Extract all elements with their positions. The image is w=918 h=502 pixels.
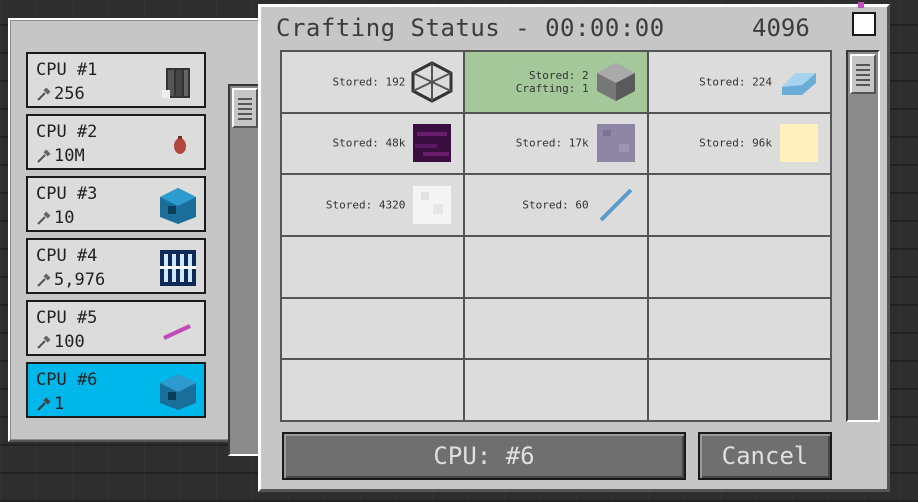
item-text: Stored: 4320 (325, 198, 406, 212)
stone-block-icon (596, 62, 635, 101)
cpu-count: 1 (54, 394, 65, 414)
hammer-icon (37, 149, 51, 163)
cpu-list-scrollbar[interactable] (228, 84, 262, 456)
item-text: Stored: 48k (332, 136, 406, 150)
cpu-item-5[interactable]: CPU #5 100 (26, 300, 206, 356)
empty-cell (648, 360, 830, 420)
cpu-name: CPU #2 (36, 122, 98, 142)
empty-cell (648, 175, 830, 235)
item-grid-scrollbar[interactable] (846, 50, 880, 422)
blue-crafting-unit-icon (160, 188, 196, 224)
indicator-dot (858, 2, 864, 8)
hammer-icon (37, 211, 51, 225)
empty-cell (648, 298, 830, 359)
cpu-name: CPU #3 (36, 184, 98, 204)
frame-block-icon (411, 61, 453, 103)
hammer-icon (37, 87, 51, 101)
cpu-count: 5,976 (54, 270, 106, 290)
item-text: Stored: 224 (699, 75, 772, 89)
item-cell[interactable]: Stored: 48k (282, 113, 464, 174)
scroll-thumb[interactable] (232, 88, 258, 128)
white-quartz-icon (413, 186, 452, 225)
item-text: Stored: 2 Crafting: 1 (515, 68, 589, 95)
purple-block-icon (413, 124, 452, 163)
item-cell[interactable]: Stored: 60 (465, 175, 647, 235)
empty-cell (282, 298, 464, 359)
cpu-select-button[interactable]: CPU: #6 (282, 432, 686, 480)
empty-cell (465, 298, 647, 359)
empty-cell (648, 237, 830, 297)
cpu-item-4[interactable]: CPU #4 5,976 (26, 238, 206, 294)
cpu-count: 10M (54, 146, 85, 166)
item-cell[interactable]: Stored: 192 (282, 52, 464, 112)
red-seed-icon (174, 136, 186, 154)
cpu-name: CPU #1 (36, 60, 98, 80)
blue-crystal-icon (781, 72, 816, 95)
cpu-item-6[interactable]: CPU #6 1 (26, 362, 206, 418)
empty-cell (282, 360, 464, 420)
item-cell[interactable]: Stored: 224 (648, 52, 830, 112)
pink-rod-icon (163, 324, 191, 340)
blue-rod-icon (599, 188, 633, 222)
cpu-name: CPU #5 (36, 308, 98, 328)
scroll-thumb[interactable] (850, 54, 876, 94)
lavender-block-icon (596, 124, 635, 163)
toggle-box-icon[interactable] (852, 12, 876, 36)
item-cell[interactable]: Stored: 96k (648, 113, 830, 174)
cpu-count: 100 (54, 332, 85, 352)
server-rack-icon (162, 68, 190, 98)
hammer-icon (37, 273, 51, 287)
blue-crafting-unit-icon (160, 374, 196, 410)
item-cell-crafting[interactable]: Stored: 2 Crafting: 1 (465, 52, 647, 112)
cpu-count: 256 (54, 84, 85, 104)
cpu-name: CPU #6 (36, 370, 98, 390)
cpu-name: CPU #4 (36, 246, 98, 266)
total-count: 4096 (752, 14, 810, 42)
item-text: Stored: 192 (332, 75, 406, 89)
empty-cell (465, 360, 647, 420)
cpu-item-2[interactable]: CPU #2 10M (26, 114, 206, 170)
cancel-button[interactable]: Cancel (698, 432, 832, 480)
hammer-icon (37, 335, 51, 349)
page-title: Crafting Status - 00:00:00 (276, 14, 665, 42)
cpu-item-1[interactable]: CPU #1 256 (26, 52, 206, 108)
empty-cell (282, 237, 464, 297)
item-text: Stored: 17k (515, 136, 589, 150)
item-grid: Stored: 192 Stored: 2 Crafting: 1 Stored:… (280, 50, 832, 422)
item-text: Stored: 60 (522, 198, 589, 212)
hammer-icon (37, 397, 51, 411)
cream-block-icon (779, 124, 818, 163)
cpu-count: 10 (54, 208, 75, 228)
item-cell[interactable]: Stored: 4320 (282, 175, 464, 235)
item-cell[interactable]: Stored: 17k (465, 113, 647, 174)
empty-cell (465, 237, 647, 297)
item-text: Stored: 96k (699, 136, 772, 150)
cpu-item-3[interactable]: CPU #3 10 (26, 176, 206, 232)
storage-grid-icon (160, 250, 196, 286)
